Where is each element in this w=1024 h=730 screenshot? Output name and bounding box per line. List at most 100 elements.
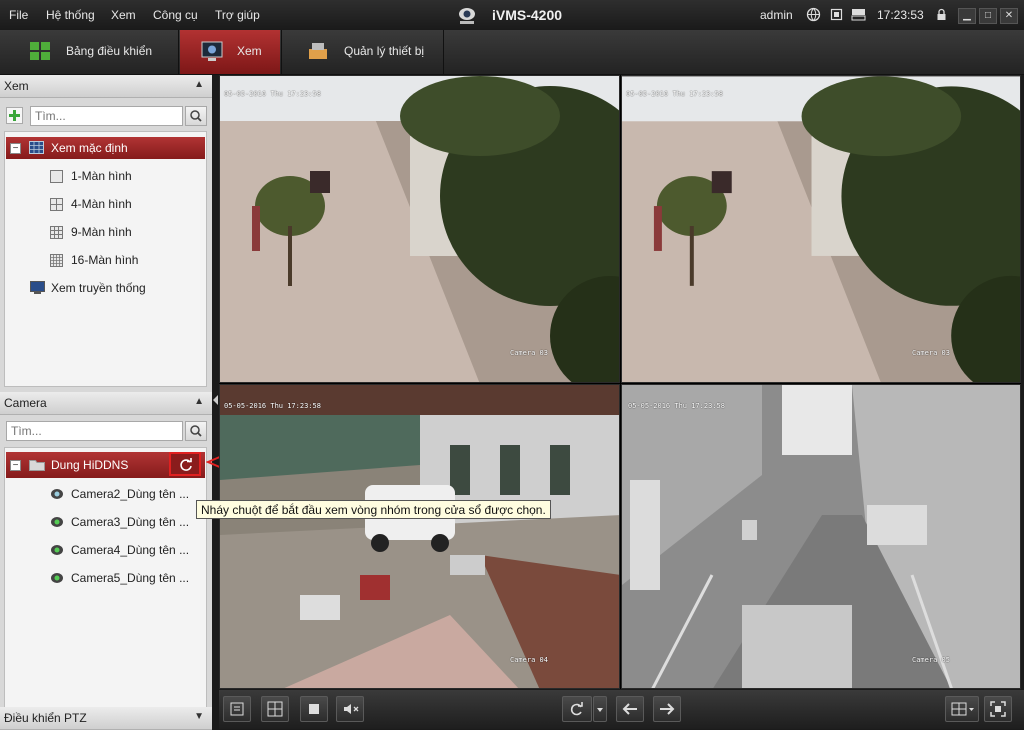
group-cycle-button[interactable] xyxy=(562,696,592,722)
tree-item-label: Dung HiDDNS xyxy=(51,458,129,472)
layout-select-button[interactable] xyxy=(945,696,979,722)
tab-control-panel-label: Bảng điều khiển xyxy=(66,44,153,58)
menu-file[interactable]: File xyxy=(9,8,28,22)
camera-search-input[interactable] xyxy=(6,421,183,441)
cpu-icon[interactable] xyxy=(829,7,844,22)
view-section-header[interactable]: Xem ▲ xyxy=(0,75,212,98)
previous-page-button[interactable] xyxy=(616,696,644,722)
speaker-mute-icon xyxy=(344,704,359,714)
save-view-icon xyxy=(230,702,244,716)
tree-item-camera-3[interactable]: Camera3_Dùng tên ... xyxy=(48,511,203,533)
osd-camera-name: Camera 03 xyxy=(912,349,950,357)
app-title: iVMS-4200 xyxy=(492,7,563,23)
tree-item-traditional-view[interactable]: Xem truyền thống xyxy=(28,277,198,299)
chevron-down-icon[interactable]: ▼ xyxy=(194,711,204,722)
camera-feed-warehouse-image xyxy=(622,385,1020,688)
view-search-input[interactable] xyxy=(30,106,183,126)
device-icon xyxy=(309,43,327,59)
collapse-icon[interactable]: − xyxy=(10,143,21,154)
layout-group-icon xyxy=(29,141,44,154)
add-icon[interactable] xyxy=(6,107,23,124)
menu-tools[interactable]: Công cụ xyxy=(153,8,198,22)
tab-view-label: Xem xyxy=(237,44,262,58)
osd-timestamp: 05-05-2016 Thu 17:23:58 xyxy=(224,90,321,98)
tree-item-label: Xem mặc định xyxy=(51,141,128,155)
camera-online-icon xyxy=(51,517,63,527)
view-section-title: Xem xyxy=(4,79,29,93)
tree-item-default-view[interactable]: − Xem mặc định xyxy=(6,137,205,159)
camera-section-title: Camera xyxy=(4,396,47,410)
search-icon xyxy=(190,425,202,437)
start-group-cycle-button[interactable] xyxy=(169,452,201,476)
camera-feed-street-image xyxy=(220,76,619,382)
menu-view[interactable]: Xem xyxy=(111,8,136,22)
stop-icon xyxy=(309,704,319,714)
single-screen-icon xyxy=(50,170,63,183)
tree-item-layout-9[interactable]: 9-Màn hình xyxy=(48,221,198,243)
camera-online-icon xyxy=(51,545,63,555)
user-name: admin xyxy=(760,8,793,22)
tree-item-camera-4[interactable]: Camera4_Dùng tên ... xyxy=(48,539,203,561)
tab-control-panel[interactable]: Bảng điều khiển xyxy=(0,30,178,74)
collapse-icon[interactable]: − xyxy=(10,460,21,471)
sixteen-screen-icon xyxy=(50,254,63,267)
video-tile-3[interactable]: 05-05-2016 Thu 17:23:58 Camera 04 xyxy=(219,384,620,689)
cycle-dropdown-button[interactable] xyxy=(593,696,607,722)
video-tile-2[interactable]: 05-05-2016 Thu 17:23:58 Camera 03 xyxy=(621,75,1021,383)
folder-icon xyxy=(29,460,45,471)
search-icon xyxy=(190,110,202,122)
tab-device-management[interactable]: Quản lý thiết bị xyxy=(282,30,442,74)
view-search-button[interactable] xyxy=(185,106,207,126)
camera-feed-yard-image xyxy=(220,385,619,688)
save-view-button[interactable] xyxy=(223,696,251,722)
chevron-up-icon[interactable]: ▲ xyxy=(194,79,204,90)
traditional-view-icon xyxy=(30,281,45,294)
stop-all-button[interactable] xyxy=(300,696,328,722)
fullscreen-button[interactable] xyxy=(984,696,1012,722)
video-grid: 05-05-2016 Thu 17:23:58 Camera 03 05-05-… xyxy=(219,75,1021,689)
tab-divider xyxy=(178,30,179,74)
osd-camera-name: Camera 05 xyxy=(912,656,950,664)
memory-icon[interactable] xyxy=(851,7,866,22)
tab-view[interactable]: Xem xyxy=(180,30,280,74)
tree-item-label: 9-Màn hình xyxy=(71,225,132,239)
window-division-button[interactable] xyxy=(261,696,289,722)
next-page-button[interactable] xyxy=(653,696,681,722)
menu-system[interactable]: Hệ thống xyxy=(46,8,95,22)
tree-item-camera-5[interactable]: Camera5_Dùng tên ... xyxy=(48,567,203,589)
globe-icon[interactable] xyxy=(806,7,821,22)
video-tile-1[interactable]: 05-05-2016 Thu 17:23:58 Camera 03 xyxy=(219,75,620,383)
tree-item-camera-2[interactable]: Camera2_Dùng tên ... xyxy=(48,483,203,505)
tree-item-label: 16-Màn hình xyxy=(71,253,139,267)
tooltip: Nháy chuột để bắt đầu xem vòng nhóm tron… xyxy=(196,500,551,519)
tree-item-layout-16[interactable]: 16-Màn hình xyxy=(48,249,198,271)
camera-section-header[interactable]: Camera ▲ xyxy=(0,392,212,415)
window-division-icon xyxy=(267,701,283,717)
ptz-section-header[interactable]: Điều khiển PTZ ▼ xyxy=(0,707,212,730)
tree-item-layout-1[interactable]: 1-Màn hình xyxy=(48,165,198,187)
video-tile-4[interactable]: 05-05-2016 Thu 17:23:58 Camera 05 xyxy=(621,384,1021,689)
nine-screen-icon xyxy=(50,226,63,239)
lock-icon[interactable] xyxy=(934,7,949,22)
minimize-button[interactable]: ▁ xyxy=(958,8,976,24)
tree-item-layout-4[interactable]: 4-Màn hình xyxy=(48,193,198,215)
maximize-button[interactable]: □ xyxy=(979,8,997,24)
tree-item-camera-group[interactable]: − Dung HiDDNS xyxy=(6,452,205,478)
collapse-panel-icon[interactable] xyxy=(212,393,219,407)
osd-timestamp: 05-05-2016 Thu 17:23:58 xyxy=(224,402,321,410)
camera-search-button[interactable] xyxy=(185,421,207,441)
chevron-up-icon[interactable]: ▲ xyxy=(194,396,204,407)
chevron-down-icon xyxy=(597,708,603,712)
osd-timestamp: 05-05-2016 Thu 17:23:58 xyxy=(626,90,723,98)
tree-item-label: Camera3_Dùng tên ... xyxy=(71,515,190,529)
audio-toggle-button[interactable] xyxy=(336,696,364,722)
osd-camera-name: Camera 03 xyxy=(510,349,548,357)
tree-item-label: 1-Màn hình xyxy=(71,169,132,183)
tree-item-label: Camera5_Dùng tên ... xyxy=(71,571,190,585)
four-screen-icon xyxy=(50,198,63,211)
tree-item-label: Xem truyền thống xyxy=(51,281,146,295)
tab-device-management-label: Quản lý thiết bị xyxy=(344,44,425,58)
close-button[interactable]: ✕ xyxy=(1000,8,1018,24)
menu-help[interactable]: Trợ giúp xyxy=(215,8,260,22)
refresh-cycle-icon xyxy=(570,702,583,716)
